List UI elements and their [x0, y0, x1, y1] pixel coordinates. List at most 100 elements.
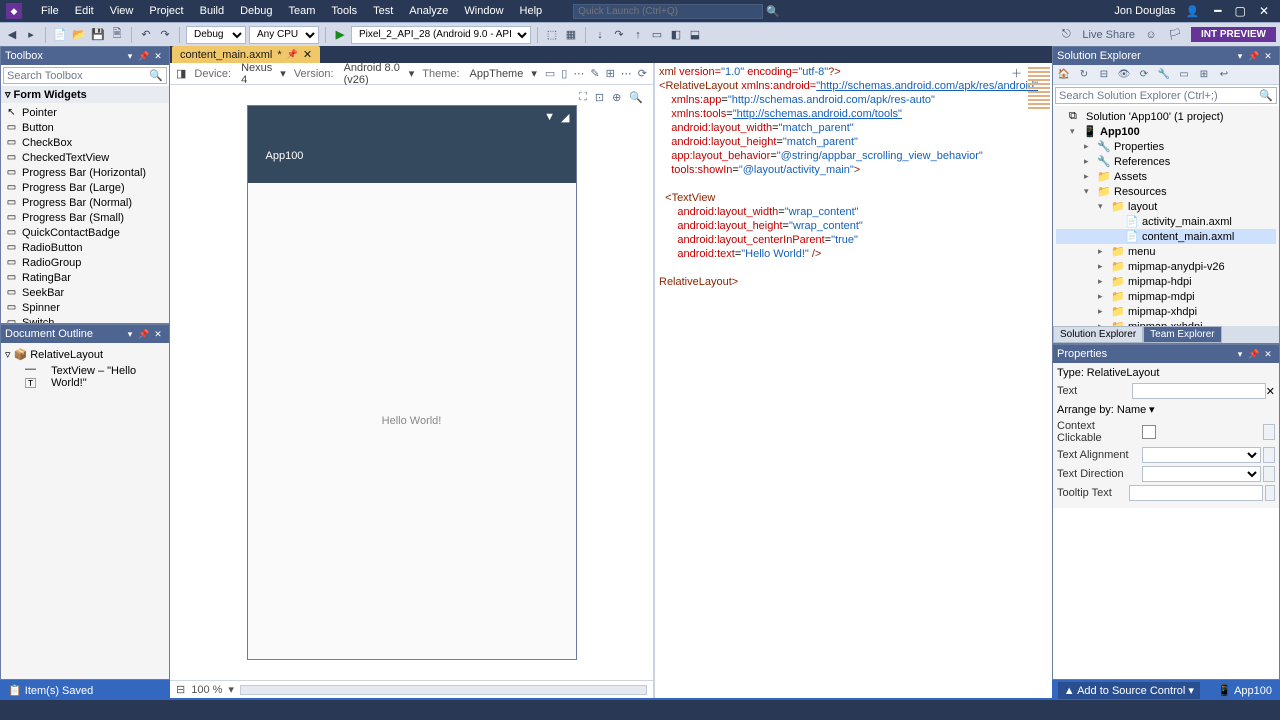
- chevron-down-icon[interactable]: ▾: [228, 683, 234, 696]
- menu-window[interactable]: Window: [457, 3, 510, 19]
- tb-icon-2[interactable]: ▦: [563, 27, 579, 43]
- start-debug-button[interactable]: ▶: [332, 27, 348, 43]
- collapse-icon[interactable]: ⊟: [1096, 67, 1112, 83]
- expander-icon[interactable]: ▸: [1084, 141, 1094, 152]
- props-arrange[interactable]: Arrange by: Name: [1057, 404, 1146, 416]
- zoom-out-search-icon[interactable]: 🔍: [629, 91, 643, 104]
- sln-node[interactable]: ▸🔧Properties: [1056, 139, 1276, 154]
- close-icon[interactable]: ✕: [151, 51, 165, 62]
- panel-menu-button[interactable]: ▾: [123, 51, 137, 62]
- menu-view[interactable]: View: [103, 3, 141, 19]
- theme-value-dropdown[interactable]: AppTheme: [470, 68, 524, 80]
- menu-test[interactable]: Test: [366, 3, 400, 19]
- close-icon[interactable]: ✕: [303, 48, 312, 61]
- code-line[interactable]: android:layout_centerInParent="true": [659, 233, 1048, 247]
- step-over-icon[interactable]: ↷: [611, 27, 627, 43]
- toolbox-category[interactable]: ▿Form Widgets: [1, 86, 169, 103]
- sln-node[interactable]: ▸📁mipmap-mdpi: [1056, 289, 1276, 304]
- sln-node[interactable]: ▸📁menu: [1056, 244, 1276, 259]
- code-line[interactable]: xml version="1.0" encoding="utf-8"?>: [659, 65, 1048, 79]
- search-icon[interactable]: 🔍: [766, 5, 780, 18]
- zoom-actual-icon[interactable]: ⊡: [595, 91, 604, 104]
- outline-child[interactable]: — 🅃 TextView – "Hello World!": [5, 362, 165, 392]
- sln-node[interactable]: ▸📁mipmap-hdpi: [1056, 274, 1276, 289]
- tab-team-explorer[interactable]: Team Explorer: [1143, 326, 1221, 343]
- menu-debug[interactable]: Debug: [233, 3, 279, 19]
- prop-marker[interactable]: [1265, 485, 1275, 501]
- tb-icon-4[interactable]: ◧: [668, 27, 684, 43]
- file-tab[interactable]: content_main.axml * 📌 ✕: [172, 46, 320, 63]
- code-line[interactable]: [659, 261, 1048, 275]
- tb-icon-5[interactable]: ⬓: [687, 27, 703, 43]
- props-icon[interactable]: 🔧: [1156, 67, 1172, 83]
- toolbox-item[interactable]: ▭Progress Bar (Small): [3, 210, 167, 225]
- code-line[interactable]: tools:showIn="@layout/activity_main">: [659, 163, 1048, 177]
- toolbox-item[interactable]: ↖Pointer: [3, 105, 167, 120]
- expander-icon[interactable]: ▸: [1098, 261, 1108, 272]
- open-button[interactable]: 📂: [71, 27, 87, 43]
- panel-menu-button[interactable]: ▾: [1233, 349, 1247, 360]
- sln-search[interactable]: Search Solution Explorer (Ctrl+;) 🔍: [1055, 87, 1277, 104]
- sln-icon-9[interactable]: ↩: [1216, 67, 1232, 83]
- close-icon[interactable]: ✕: [1261, 349, 1275, 360]
- menu-team[interactable]: Team: [282, 3, 323, 19]
- code-line[interactable]: android:layout_height="match_parent": [659, 135, 1048, 149]
- toolbox-item[interactable]: ▭Spinner: [3, 300, 167, 315]
- layout-icon-3[interactable]: ⋯: [573, 67, 584, 80]
- live-share-label[interactable]: Live Share: [1082, 29, 1135, 41]
- undo-button[interactable]: ↶: [138, 27, 154, 43]
- expander-icon[interactable]: ▸: [1098, 246, 1108, 257]
- toolbox-item[interactable]: ▭Switch: [3, 315, 167, 323]
- sln-node[interactable]: ▸📁Assets: [1056, 169, 1276, 184]
- back-button[interactable]: ◀: [4, 27, 20, 43]
- code-line[interactable]: android:layout_height="wrap_content": [659, 219, 1048, 233]
- sln-node[interactable]: ▾📁Resources: [1056, 184, 1276, 199]
- home-icon[interactable]: 🏠: [1056, 67, 1072, 83]
- feedback-icon[interactable]: ☺: [1143, 27, 1159, 43]
- hello-text[interactable]: Hello World!: [382, 415, 442, 427]
- sln-node[interactable]: ▾📱App100: [1056, 124, 1276, 139]
- expander-icon[interactable]: ▸: [1084, 171, 1094, 182]
- sln-node[interactable]: ▸📁mipmap-xhdpi: [1056, 304, 1276, 319]
- panel-menu-button[interactable]: ▾: [1233, 51, 1247, 62]
- pin-icon[interactable]: 📌: [287, 49, 298, 60]
- toolbox-item[interactable]: ▭RatingBar: [3, 270, 167, 285]
- outline-root[interactable]: ▿📦 RelativeLayout: [5, 347, 165, 362]
- toolbox-item[interactable]: ▭Progress Bar (Horizontal): [3, 165, 167, 180]
- user-avatar-icon[interactable]: 👤: [1186, 5, 1200, 18]
- menu-edit[interactable]: Edit: [68, 3, 101, 19]
- more-icon[interactable]: ⋯: [621, 67, 632, 80]
- split-icon[interactable]: ◨: [176, 67, 186, 80]
- maximize-button[interactable]: ▢: [1230, 4, 1251, 18]
- menu-file[interactable]: File: [34, 3, 66, 19]
- h-scrollbar[interactable]: [240, 685, 647, 695]
- pencil-icon[interactable]: ✎: [590, 67, 599, 80]
- refresh-icon[interactable]: ⟳: [638, 67, 647, 80]
- zoom-in-icon[interactable]: ⊕: [612, 91, 621, 104]
- configuration-selector[interactable]: Debug: [186, 26, 246, 44]
- sln-node[interactable]: ▸📁mipmap-anydpi-v26: [1056, 259, 1276, 274]
- sln-node[interactable]: ▾📁layout: [1056, 199, 1276, 214]
- sln-node[interactable]: ⧉Solution 'App100' (1 project): [1056, 109, 1276, 124]
- expander-icon[interactable]: ▾: [1084, 186, 1094, 197]
- toolbox-search[interactable]: Search Toolbox 🔍: [3, 67, 167, 84]
- code-line[interactable]: <RelativeLayout xmlns:android="http://sc…: [659, 79, 1048, 93]
- zoom-fit-icon[interactable]: ⛶: [579, 91, 587, 104]
- pin-icon[interactable]: 📌: [137, 329, 151, 340]
- prop-text-alignment-select[interactable]: [1142, 447, 1261, 463]
- expander-icon[interactable]: ▸: [1098, 306, 1108, 317]
- code-line[interactable]: xmlns:tools="http://schemas.android.com/…: [659, 107, 1048, 121]
- toolbox-item[interactable]: ▭SeekBar: [3, 285, 167, 300]
- code-line[interactable]: RelativeLayout>: [659, 275, 1048, 289]
- tab-solution-explorer[interactable]: Solution Explorer: [1053, 326, 1143, 343]
- toolbox-item[interactable]: ▭Progress Bar (Normal): [3, 195, 167, 210]
- code-line[interactable]: xmlns:app="http://schemas.android.com/ap…: [659, 93, 1048, 107]
- minimap[interactable]: [1028, 67, 1050, 111]
- quick-launch-input[interactable]: [573, 4, 763, 19]
- collapse-icon[interactable]: ⊟: [176, 683, 185, 696]
- tb-icon-3[interactable]: ▭: [649, 27, 665, 43]
- phone-content[interactable]: Hello World!: [248, 183, 576, 659]
- save-all-button[interactable]: 🗎: [109, 27, 125, 43]
- layout-icon-2[interactable]: ▯: [561, 67, 567, 80]
- device-selector[interactable]: Pixel_2_API_28 (Android 9.0 - API 28): [351, 26, 531, 44]
